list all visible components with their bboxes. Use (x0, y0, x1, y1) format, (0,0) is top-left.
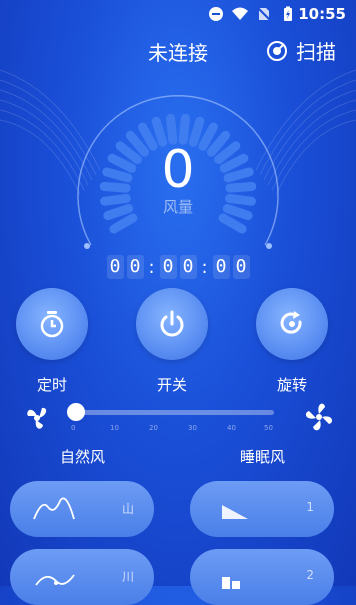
fan-speed-slider[interactable]: 0 10 20 30 40 50 (0, 398, 356, 434)
status-bar: 10:55 (0, 0, 356, 28)
slider-track[interactable] (70, 410, 274, 415)
dial-segment (166, 113, 178, 145)
speed-value: 0 (161, 140, 195, 200)
rotate-icon (280, 311, 302, 334)
fan-high-icon (305, 403, 333, 431)
no-sim-icon (256, 6, 272, 22)
do-not-disturb-icon (209, 7, 223, 21)
natural-wind-label: 自然风 (60, 448, 106, 466)
timer-label: 定时 (36, 376, 67, 394)
dial-segment (178, 113, 190, 145)
timer-button[interactable] (16, 288, 88, 360)
timer-digit: 0 (106, 255, 124, 279)
timer-digit: 0 (232, 255, 250, 279)
sleep-wind-label: 睡眠风 (240, 448, 286, 466)
slider-tick: 10 (110, 424, 119, 432)
slider-tick: 50 (264, 424, 273, 432)
wifi-icon (232, 7, 248, 20)
river-icon (35, 574, 75, 586)
mountain-icon (33, 497, 75, 520)
timer-digit: 0 (212, 255, 230, 279)
clock: 10:55 (298, 5, 346, 23)
natural-mode-river-button[interactable]: 川 (10, 549, 154, 605)
timer-separator: : (201, 256, 208, 278)
ramp-icon (222, 505, 248, 519)
mode-caption: 1 (306, 500, 314, 514)
timer-digit: 0 (126, 255, 144, 279)
natural-mode-mountain-button[interactable]: 山 (10, 481, 154, 537)
power-button[interactable] (136, 288, 208, 360)
slider-tick: 20 (149, 424, 158, 432)
timer-digit: 0 (179, 255, 197, 279)
battery-charging-icon (284, 6, 292, 21)
power-icon (160, 310, 184, 337)
scan-button[interactable]: 扫描 (266, 36, 336, 65)
scan-label: 扫描 (296, 40, 336, 64)
fan-low-icon (27, 407, 47, 429)
dial-segment (218, 213, 247, 234)
rotate-label: 旋转 (276, 376, 307, 394)
power-label: 开关 (156, 376, 187, 394)
mode-caption: 川 (121, 570, 134, 584)
sleep-mode-1-button[interactable]: 1 (190, 481, 334, 537)
slider-tick: 0 (71, 424, 76, 432)
slider-tick: 40 (227, 424, 236, 432)
radar-icon (267, 40, 287, 61)
stopwatch-icon (40, 311, 64, 338)
slider-thumb[interactable] (67, 403, 85, 421)
timer-display: 0 0 : 0 0 : 0 0 (0, 255, 356, 279)
timer-digit: 0 (159, 255, 177, 279)
mode-caption: 山 (121, 502, 134, 516)
sleep-mode-2-button[interactable]: 2 (190, 549, 334, 605)
rotate-button[interactable] (256, 288, 328, 360)
mode-caption: 2 (306, 568, 314, 582)
bars-icon (222, 577, 240, 589)
slider-tick: 30 (188, 424, 197, 432)
speed-label: 风量 (162, 198, 193, 216)
dial-segment (109, 213, 138, 234)
timer-separator: : (148, 256, 155, 278)
